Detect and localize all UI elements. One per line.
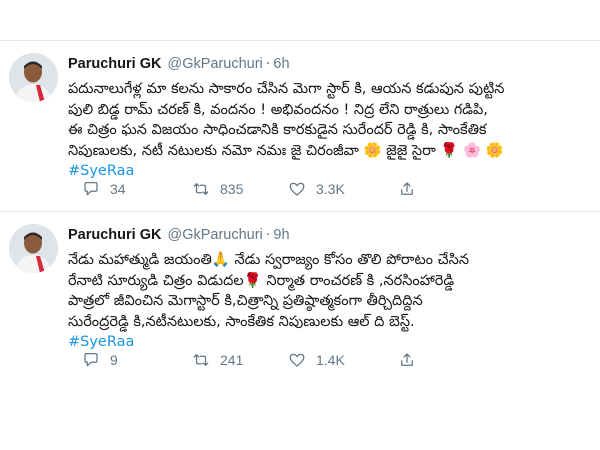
like-count: 3.3K <box>316 181 345 197</box>
retweet-arrows-icon <box>193 183 209 195</box>
tweet-card[interactable]: Paruchuri GK @GkParuchuri · 6h పదునాలుగే… <box>0 41 600 212</box>
retweet-button[interactable]: 241 <box>192 351 288 369</box>
tweet-text-line: నిపుణులకు, నటీ నటులకు నమో నమః జై చిరంజీవ… <box>68 142 504 159</box>
like-button[interactable]: 3.3K <box>288 180 398 198</box>
tweet-text-line: రేనాటి సూర్యుడి చిత్రం విడుదల🌹 నిర్మాత ర… <box>68 272 455 289</box>
user-handle[interactable]: @GkParuchuri <box>167 55 262 73</box>
avatar-image <box>9 224 58 273</box>
heart-icon <box>289 182 305 196</box>
tweet-text: నేడు మహాత్ముడి జయంతి🙏 నేడు స్వరాజ్యం కోస… <box>68 250 588 353</box>
like-count: 1.4K <box>316 352 345 368</box>
user-handle[interactable]: @GkParuchuri <box>167 226 262 244</box>
timestamp[interactable]: 6h <box>273 55 289 73</box>
avatar[interactable] <box>9 224 58 273</box>
tweet-text: పదునాలుగేళ్ల మా కలను సాకారం చేసిన మెగా స… <box>68 79 588 182</box>
share-icon <box>401 182 413 195</box>
retweet-arrows-icon <box>193 354 209 366</box>
display-name[interactable]: Paruchuri GK <box>68 55 161 73</box>
display-name[interactable]: Paruchuri GK <box>68 226 161 244</box>
tweet-header: Paruchuri GK @GkParuchuri · 6h <box>68 55 290 73</box>
like-button[interactable]: 1.4K <box>288 351 398 369</box>
hashtag-link[interactable]: #SyeRaa <box>68 334 134 350</box>
share-icon <box>401 353 413 366</box>
tweet-text-line: సురేంద్రరెడ్డి కి,నటీనటులకు, సాంకేతిక ని… <box>68 313 415 330</box>
tweet-text-line: ఈ చిత్రం ఘన విజయం సాధించడానికి కారకుడైన … <box>68 122 487 138</box>
tweet-text-line: పాత్రలో జీవించిన మెగాస్టార్ కి,చిత్రాన్న… <box>68 293 423 309</box>
avatar[interactable] <box>9 53 58 102</box>
top-strip <box>0 0 600 41</box>
retweet-count: 241 <box>220 352 244 368</box>
tweet-card[interactable]: Paruchuri GK @GkParuchuri · 9h నేడు మహాత… <box>0 212 600 412</box>
timestamp[interactable]: 9h <box>273 226 289 244</box>
reply-button[interactable]: 9 <box>82 351 192 369</box>
separator: · <box>265 227 271 243</box>
tweet-text-line: నేడు మహాత్ముడి జయంతి🙏 నేడు స్వరాజ్యం కోస… <box>68 252 470 268</box>
speech-bubble-icon <box>84 181 98 196</box>
reply-count: 34 <box>110 181 126 197</box>
share-button[interactable] <box>398 351 416 369</box>
tweet-header: Paruchuri GK @GkParuchuri · 9h <box>68 226 290 244</box>
tweet-text-line: పదునాలుగేళ్ల మా కలను సాకారం చేసిన మెగా స… <box>68 81 505 97</box>
tweet-actions: 34 835 3.3K <box>82 179 416 199</box>
avatar-image <box>9 53 58 102</box>
hashtag-link[interactable]: #SyeRaa <box>68 163 134 179</box>
retweet-count: 835 <box>220 181 244 197</box>
speech-bubble-icon <box>84 352 98 367</box>
reply-button[interactable]: 34 <box>82 180 192 198</box>
tweet-text-line: పులి బిడ్డ రామ్ చరణ్ కి, వందనం ! అభివందన… <box>68 101 488 118</box>
reply-count: 9 <box>110 352 118 368</box>
separator: · <box>265 56 271 72</box>
retweet-button[interactable]: 835 <box>192 180 288 198</box>
share-button[interactable] <box>398 180 416 198</box>
heart-icon <box>289 353 305 367</box>
tweet-actions: 9 241 1.4K <box>82 350 416 370</box>
